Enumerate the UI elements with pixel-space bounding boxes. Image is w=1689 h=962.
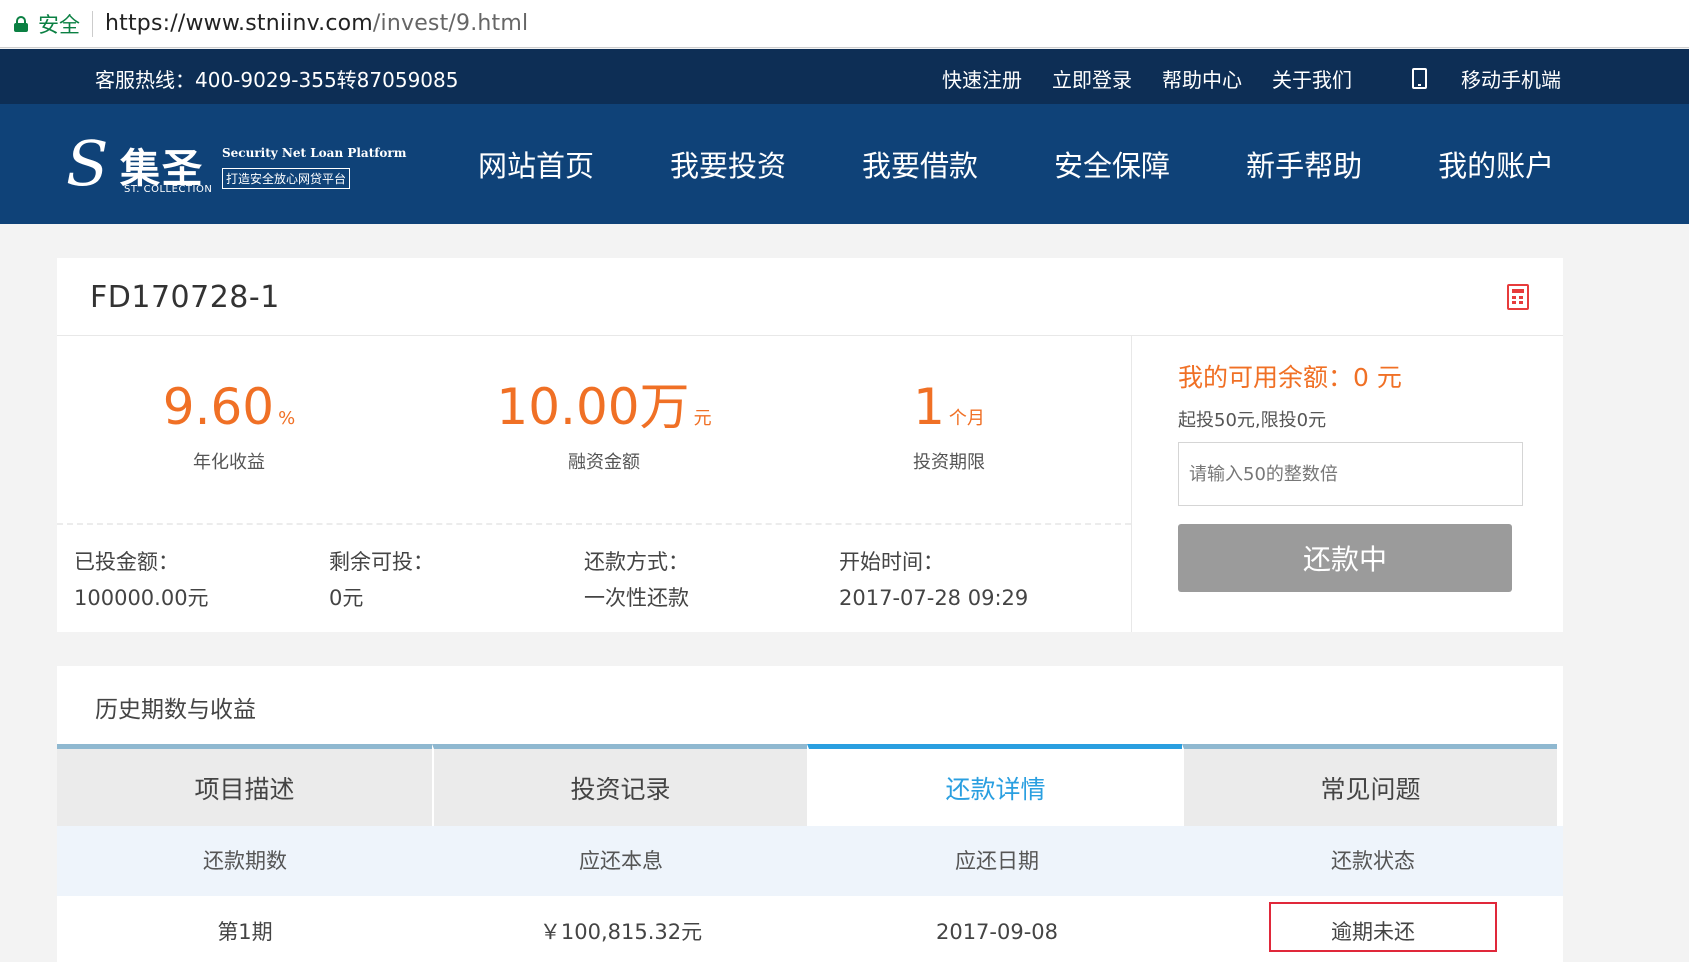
calculator-icon[interactable] [1507, 284, 1529, 310]
hotline-text: 客服热线：400-9029-355转87059085 [95, 68, 459, 92]
tab-repayment-details[interactable]: 还款详情 [807, 744, 1182, 826]
invest-limit: 起投50元,限投0元 [1178, 410, 1327, 431]
annual-rate-value: 9.60 [162, 378, 275, 436]
term-label: 投资期限 [913, 452, 985, 473]
period-cell: 第1期 [217, 920, 273, 944]
available-balance: 我的可用余额：0 元 [1178, 363, 1402, 392]
site-logo[interactable]: S 集圣 ST. COLLECTION Security Net Loan Pl… [66, 127, 406, 200]
column-header: 还款状态 [1331, 849, 1415, 873]
remaining-label: 剩余可投： [329, 550, 434, 574]
divider [1131, 336, 1132, 632]
history-title: 历史期数与收益 [95, 697, 256, 723]
start-time-label: 开始时间： [839, 550, 944, 574]
nav-home[interactable]: 网站首页 [478, 143, 594, 185]
repay-method-label: 还款方式： [584, 550, 689, 574]
history-panel: 历史期数与收益 项目描述 投资记录 还款详情 常见问题 还款期数 应还本息 应还… [57, 666, 1563, 962]
annual-rate-label: 年化收益 [193, 452, 265, 473]
top-strip: 客服热线：400-9029-355转87059085 快速注册 立即登录 帮助中… [0, 49, 1689, 104]
nav-security[interactable]: 安全保障 [1054, 143, 1170, 185]
tab-faq[interactable]: 常见问题 [1182, 744, 1557, 826]
url-host: https://www.stniinv.com [105, 11, 373, 36]
start-time-value: 2017-07-28 09:29 [839, 586, 1029, 610]
invested-value: 100000.00元 [74, 586, 209, 610]
annual-rate-unit: % [278, 408, 296, 429]
nav-borrow[interactable]: 我要借款 [862, 143, 978, 185]
financing-amount-stat: 10.00万元 融资金额 [454, 378, 754, 474]
login-link[interactable]: 立即登录 [1052, 64, 1132, 93]
divider [57, 335, 1563, 336]
repay-method-value: 一次性还款 [584, 586, 689, 610]
top-links: 快速注册 立即登录 帮助中心 关于我们 移动手机端 [912, 64, 1561, 93]
status-cell: 逾期未还 [1185, 896, 1561, 962]
tab-investment-records[interactable]: 投资记录 [432, 744, 807, 826]
register-link[interactable]: 快速注册 [942, 64, 1022, 93]
logo-en-name: Security Net Loan Platform [222, 146, 407, 160]
date-cell: 2017-09-08 [935, 920, 1059, 944]
logo-mark-icon: S [66, 127, 109, 200]
nav-items: 网站首页 我要投资 我要借款 安全保障 新手帮助 我的账户 [478, 104, 1630, 224]
tab-project-description[interactable]: 项目描述 [57, 744, 432, 826]
annual-rate-stat: 9.60% 年化收益 [79, 378, 379, 474]
table-header: 还款期数 应还本息 应还日期 还款状态 [57, 826, 1563, 896]
mobile-link-label: 移动手机端 [1461, 68, 1561, 92]
lock-icon [14, 15, 28, 32]
invested-info: 已投金额： 100000.00元 [74, 544, 209, 616]
financing-amount-value: 10.00万 [496, 378, 690, 436]
term-unit: 个月 [948, 408, 985, 429]
url-field[interactable]: https://www.stniinv.com/invest/9.html [105, 11, 528, 36]
invested-label: 已投金额： [74, 550, 179, 574]
logo-slogan: 打造安全放心网贷平台 [222, 168, 351, 189]
nav-newbie-help[interactable]: 新手帮助 [1246, 143, 1362, 185]
invest-amount-input[interactable] [1178, 442, 1523, 506]
mobile-link[interactable]: 移动手机端 [1382, 64, 1561, 93]
remaining-info: 剩余可投： 0元 [329, 544, 434, 616]
product-card: FD170728-1 9.60% 年化收益 10.00万元 融资金额 1 个月 投… [57, 258, 1563, 632]
help-center-link[interactable]: 帮助中心 [1162, 64, 1242, 93]
highlight-box [1269, 902, 1497, 952]
url-path: /invest/9.html [372, 11, 529, 36]
column-header: 还款期数 [203, 849, 287, 873]
nav-invest[interactable]: 我要投资 [670, 143, 786, 185]
amount-cell: ￥100,815.32元 [539, 920, 703, 944]
financing-amount-label: 融资金额 [568, 452, 640, 473]
main-nav: S 集圣 ST. COLLECTION Security Net Loan Pl… [0, 104, 1689, 224]
financing-amount-unit: 元 [693, 408, 712, 429]
product-code: FD170728-1 [90, 280, 280, 315]
term-stat: 1 个月 投资期限 [799, 378, 1099, 474]
table-row: 第1期 ￥100,815.32元 2017-09-08 逾期未还 [57, 896, 1563, 962]
term-value: 1 [913, 378, 945, 436]
browser-address-bar: 安全 https://www.stniinv.com/invest/9.html [0, 0, 1689, 48]
divider [92, 10, 93, 37]
divider [57, 523, 1131, 525]
secure-label: 安全 [38, 12, 80, 37]
phone-icon [1412, 68, 1427, 89]
column-header: 应还日期 [955, 849, 1039, 873]
column-header: 应还本息 [579, 849, 663, 873]
logo-en-small: ST. COLLECTION [124, 184, 213, 195]
repay-method-info: 还款方式： 一次性还款 [584, 544, 689, 616]
about-us-link[interactable]: 关于我们 [1272, 64, 1352, 93]
detail-tabs: 项目描述 投资记录 还款详情 常见问题 [57, 744, 1557, 826]
nav-my-account[interactable]: 我的账户 [1438, 143, 1554, 185]
repaying-status-button[interactable]: 还款中 [1178, 524, 1512, 592]
start-time-info: 开始时间： 2017-07-28 09:29 [839, 544, 1028, 616]
remaining-value: 0元 [329, 586, 364, 610]
